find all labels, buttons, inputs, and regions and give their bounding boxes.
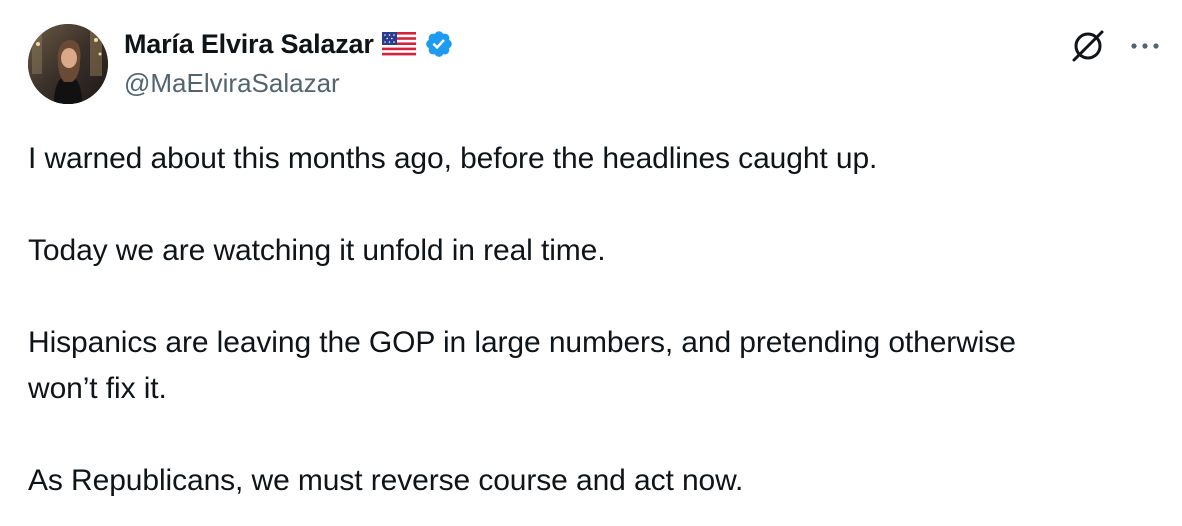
grok-icon[interactable] <box>1066 24 1110 68</box>
tweet-paragraph: Hispanics are leaving the GOP in large n… <box>28 320 1148 412</box>
author-display-name[interactable]: María Elvira Salazar <box>124 29 374 60</box>
verified-badge-icon[interactable] <box>424 29 454 59</box>
tweet-paragraph: Today we are watching it unfold in real … <box>28 234 606 267</box>
more-dots-icon[interactable] <box>1128 24 1162 68</box>
tweet-paragraph: As Republicans, we must reverse course a… <box>28 464 744 497</box>
author-handle[interactable]: @MaElviraSalazar <box>124 68 340 99</box>
tweet-paragraph-line: Hispanics are leaving the GOP in large n… <box>28 326 1016 405</box>
author-name-row: María Elvira Salazar <box>124 26 454 62</box>
tweet-actions <box>1066 24 1162 68</box>
tweet-paragraph: I warned about this months ago, before t… <box>28 142 878 175</box>
us-flag-icon <box>381 32 416 56</box>
tweet-text: I warned about this months ago, before t… <box>28 136 1148 504</box>
tweet-card: María Elvira Salazar @MaElviraSalazar I … <box>0 0 1182 526</box>
avatar[interactable] <box>28 24 108 104</box>
